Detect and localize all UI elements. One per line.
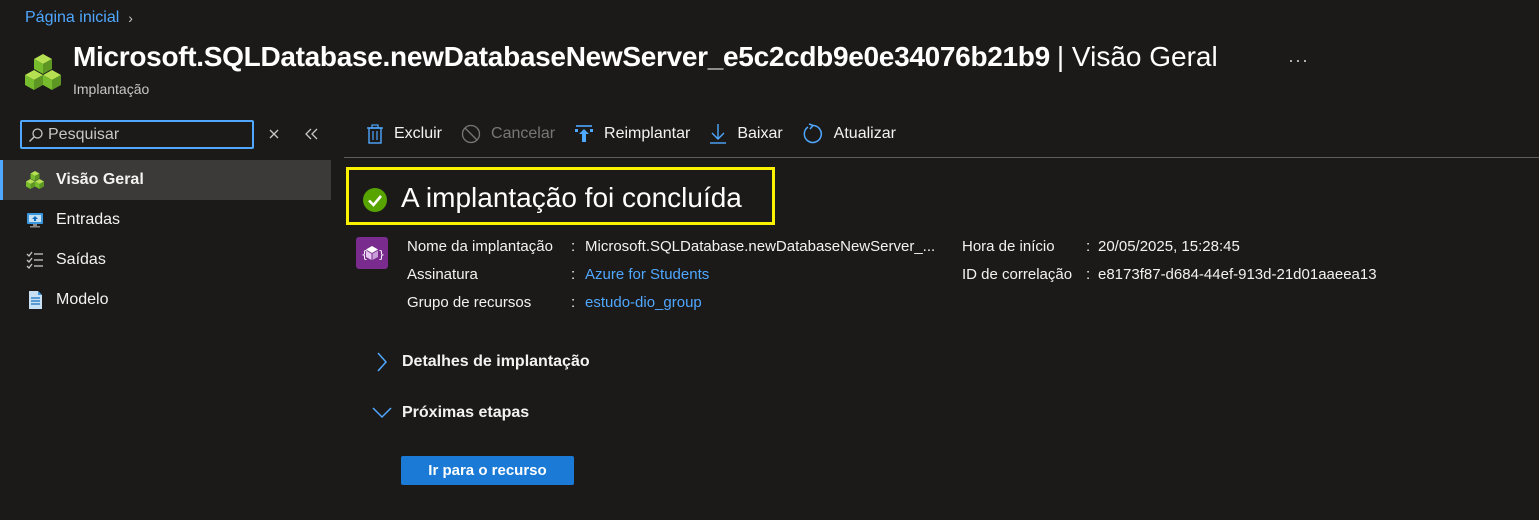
search-input[interactable] [48, 125, 238, 144]
trash-icon [367, 124, 383, 144]
deployment-overview-page: Página inicial › Microsoft.SQLDatabase.n… [0, 0, 1539, 520]
detail-separator: : [571, 237, 576, 255]
detail-value-start-time: 20/05/2025, 15:28:45 [1098, 237, 1240, 255]
next-steps-label: Próximas etapas [402, 404, 530, 421]
details-separators-right: : : [1086, 232, 1090, 288]
download-label: Baixar [737, 125, 783, 142]
detail-separator: : [1086, 265, 1091, 283]
details-labels-right: Hora de início ID de correlação [962, 232, 1072, 288]
checklist-icon [25, 250, 45, 270]
double-chevron-left-icon[interactable] [302, 125, 320, 143]
details-values: Microsoft.SQLDatabase.newDatabaseNewServ… [585, 232, 935, 316]
toolbar-divider [344, 157, 1539, 158]
deployment-details-label: Detalhes de implantação [402, 353, 590, 370]
details-labels: Nome da implantação Assinatura Grupo de … [407, 232, 572, 316]
sidebar-item-label: Saídas [56, 251, 106, 268]
delete-label: Excluir [394, 125, 443, 142]
sidebar-item-label: Visão Geral [56, 171, 144, 188]
detail-label-start-time: Hora de início [962, 237, 1055, 255]
sidebar-item-overview[interactable]: Visão Geral [0, 160, 331, 200]
chevron-right-icon [377, 352, 388, 372]
document-icon [25, 290, 45, 310]
refresh-icon [803, 123, 822, 144]
sidebar-item-outputs[interactable]: Saídas [0, 240, 331, 280]
deployment-resource-icon: { } [356, 237, 388, 269]
success-check-icon [363, 188, 387, 212]
breadcrumb-separator-icon: › [128, 10, 133, 26]
breadcrumb-home-link[interactable]: Página inicial [25, 9, 119, 27]
cancel-icon [461, 124, 481, 144]
deployment-status-text: A implantação foi concluída [401, 182, 742, 213]
detail-label-deployment-name: Nome da implantação [407, 237, 553, 255]
subscription-link[interactable]: Azure for Students [585, 260, 935, 288]
search-icon [29, 127, 43, 142]
page-subtitle: Implantação [73, 81, 150, 97]
cancel-label: Cancelar [491, 125, 556, 142]
details-separators: : : : [571, 232, 575, 316]
redeploy-icon [575, 125, 594, 142]
command-bar: Excluir Cancelar Reimplantar Baixar Atua… [366, 121, 915, 147]
deployment-details-expander[interactable]: Detalhes de implantação [372, 350, 590, 374]
sidebar-nav: Visão Geral Entradas Saídas Modelo [0, 160, 331, 320]
detail-separator: : [571, 293, 576, 311]
detail-separator: : [571, 265, 576, 283]
detail-label-correlation-id: ID de correlação [962, 265, 1073, 283]
cancel-button[interactable]: Cancelar [461, 121, 555, 147]
chevron-down-icon [372, 407, 392, 419]
details-values-right: 20/05/2025, 15:28:45 e8173f87-d684-44ef-… [1098, 232, 1377, 288]
download-icon [710, 124, 727, 144]
detail-separator: : [1086, 237, 1091, 255]
page-title-main: Microsoft.SQLDatabase.newDatabaseNewServ… [73, 41, 1050, 72]
redeploy-button[interactable]: Reimplantar [574, 121, 690, 147]
cubes-icon [25, 170, 45, 190]
sidebar-item-label: Entradas [56, 211, 121, 228]
go-to-resource-button[interactable]: Ir para o recurso [401, 456, 574, 485]
detail-label-resource-group: Grupo de recursos [407, 293, 532, 311]
deployment-status-banner: A implantação foi concluída [346, 167, 775, 225]
breadcrumb: Página inicial › [25, 9, 133, 27]
redeploy-label: Reimplantar [604, 125, 691, 142]
monitor-input-icon [25, 210, 45, 230]
search-box [20, 120, 254, 149]
delete-button[interactable]: Excluir [366, 121, 442, 147]
detail-label-subscription: Assinatura [407, 265, 478, 283]
refresh-label: Atualizar [833, 125, 896, 142]
sidebar-item-label: Modelo [56, 291, 109, 308]
sidebar-item-inputs[interactable]: Entradas [0, 200, 331, 240]
page-title-suffix: | Visão Geral [1056, 41, 1218, 72]
detail-value-correlation-id: e8173f87-d684-44ef-913d-21d01aaeea13 [1098, 265, 1377, 283]
svg-text:}: } [378, 248, 384, 261]
sidebar-item-template[interactable]: Modelo [0, 280, 331, 320]
close-icon[interactable] [266, 126, 282, 142]
page-title: Microsoft.SQLDatabase.newDatabaseNewServ… [73, 41, 1218, 73]
cubes-icon [25, 54, 61, 90]
refresh-button[interactable]: Atualizar [802, 121, 896, 147]
download-button[interactable]: Baixar [709, 121, 783, 147]
more-options-button[interactable]: ··· [1288, 50, 1309, 71]
next-steps-expander[interactable]: Próximas etapas [372, 403, 529, 423]
detail-value-deployment-name: Microsoft.SQLDatabase.newDatabaseNewServ… [585, 237, 936, 255]
resource-group-link[interactable]: estudo-dio_group [585, 288, 935, 316]
